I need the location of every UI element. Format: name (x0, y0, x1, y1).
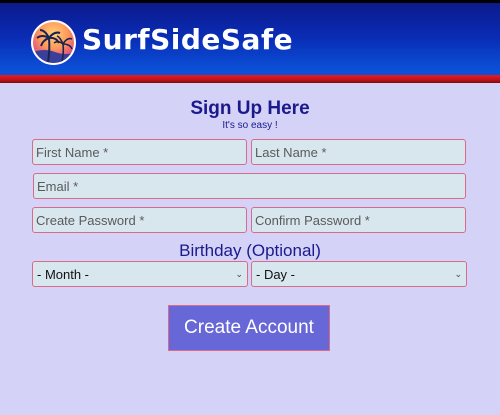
create-account-button[interactable]: Create Account (168, 305, 330, 351)
brand-name[interactable]: SurfSideSafe (82, 23, 293, 56)
month-select-value: - Month - (37, 266, 90, 282)
first-name-input[interactable] (32, 139, 247, 165)
site-header: SurfSideSafe (0, 0, 500, 83)
email-input[interactable] (33, 173, 466, 199)
chevron-down-icon: ⌄ (235, 268, 243, 279)
form-title: Sign Up Here (190, 98, 310, 119)
last-name-input[interactable] (251, 139, 466, 165)
confirm-password-input[interactable] (251, 207, 466, 233)
header-red-stripe (0, 75, 500, 83)
palm-tree-sunset-logo-icon[interactable] (31, 20, 76, 65)
month-select[interactable]: - Month - ⌄ (32, 261, 248, 287)
form-subtitle: It's so easy ! (222, 120, 278, 131)
day-select[interactable]: - Day - ⌄ (251, 261, 467, 287)
create-password-input[interactable] (32, 207, 247, 233)
day-select-value: - Day - (256, 266, 295, 282)
birthday-label: Birthday (Optional) (179, 241, 321, 260)
chevron-down-icon: ⌄ (454, 268, 462, 279)
